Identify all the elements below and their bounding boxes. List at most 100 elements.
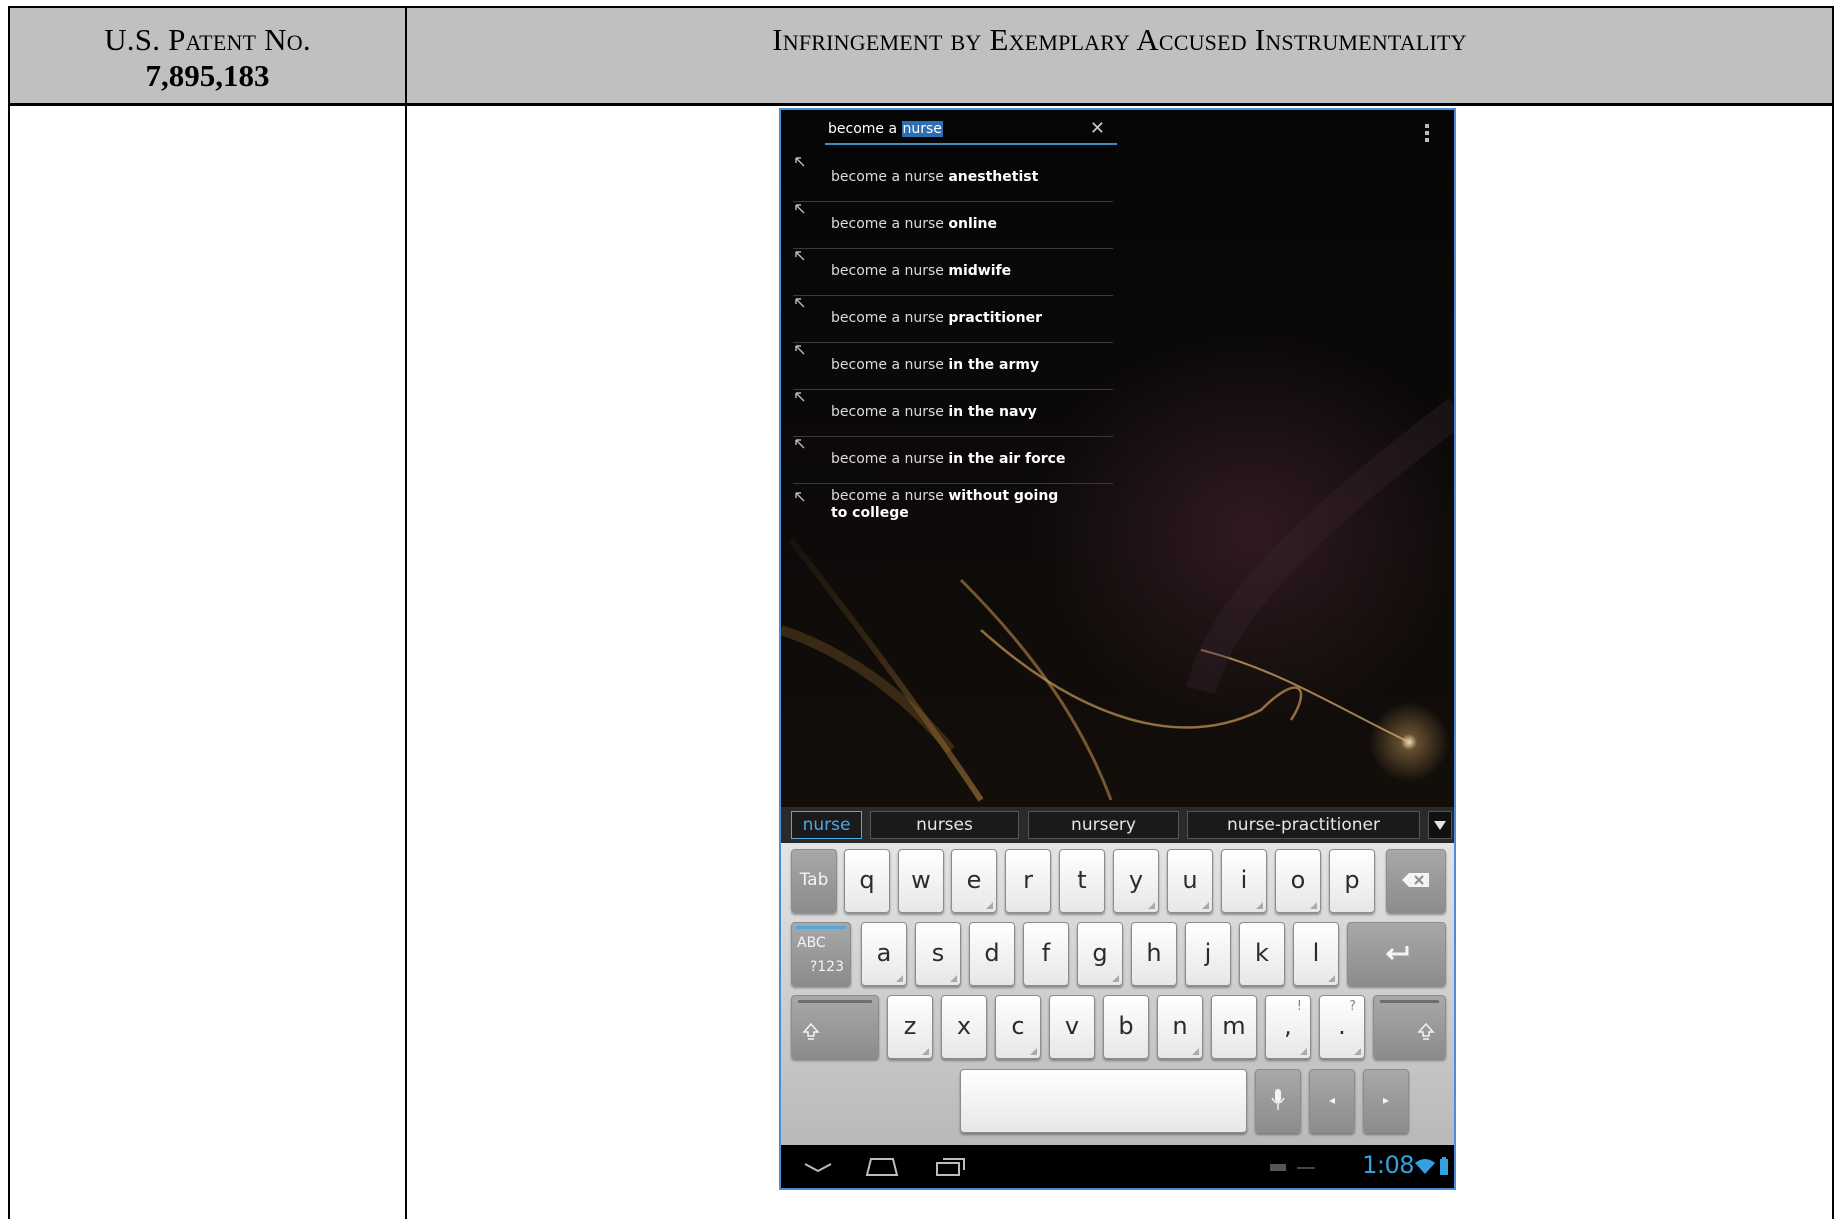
suggestion-text: become a nurse in the army [831,357,1040,373]
key-f[interactable]: f [1023,922,1069,986]
symbols-toggle-key[interactable]: ABC ?123 [791,922,851,986]
cursor-right-key[interactable]: ▸ [1363,1069,1409,1133]
key-k[interactable]: k [1239,922,1285,986]
suggestion-text: become a nurse midwife [831,263,1012,279]
header-patent-label: U.S. Patent No. [104,22,311,57]
suggestion-list: become a nurse anesthetist become a nurs… [793,155,1113,544]
tab-key[interactable]: Tab [791,849,837,913]
key-j[interactable]: j [1185,922,1231,986]
space-bar[interactable] [960,1069,1247,1133]
battery-icon [1440,1157,1448,1175]
shift-key-left[interactable] [791,995,879,1059]
key-u[interactable]: u [1167,849,1213,913]
suggestion-item[interactable]: become a nurse midwife [793,249,1113,296]
shift-icon [802,1022,820,1040]
on-screen-keyboard: nurse nurses nursery nurse-practitioner … [781,807,1454,1145]
key-e[interactable]: e [951,849,997,913]
key-q[interactable]: q [844,849,890,913]
key-s[interactable]: s [915,922,961,986]
candidate-bar: nurse nurses nursery nurse-practitioner [781,807,1454,843]
clear-icon[interactable]: ✕ [1090,118,1105,139]
suggestion-text: become a nurse anesthetist [831,169,1039,185]
recent-apps-icon[interactable] [935,1155,967,1177]
backspace-icon [1402,873,1429,887]
clock: 1:08 [1362,1151,1414,1179]
left-arrow-icon: ◂ [1328,1093,1336,1107]
column-divider [405,8,407,1219]
query-refine-arrow-icon[interactable] [793,296,807,310]
suggestion-text: become a nurse in the navy [831,404,1037,420]
suggestion-item[interactable]: become a nurse in the army [793,343,1113,390]
backspace-key[interactable] [1386,849,1446,913]
key-b[interactable]: b [1103,995,1149,1059]
query-refine-arrow-icon[interactable] [793,249,807,263]
query-refine-arrow-icon[interactable] [793,490,807,504]
shift-key-right[interactable] [1373,995,1446,1059]
suggestion-text: become a nurse online [831,216,998,232]
suggestion-item[interactable]: become a nurse online [793,202,1113,249]
key-h[interactable]: h [1131,922,1177,986]
back-icon[interactable] [803,1161,833,1175]
key-y[interactable]: y [1113,849,1159,913]
key-g[interactable]: g [1077,922,1123,986]
header-cell-infringement: Infringement by Exemplary Accused Instru… [407,8,1832,103]
suggestion-text: become a nurse in the air force [831,451,1066,467]
microphone-key[interactable] [1255,1069,1301,1133]
keyboard-notification-icon [1270,1164,1286,1171]
tablet-screenshot: become a nurse ✕ become a nurse anesthet… [779,108,1456,1190]
suggestion-item[interactable]: become a nurse in the air force [793,437,1113,484]
key-v[interactable]: v [1049,995,1095,1059]
overflow-menu-icon[interactable] [1425,124,1429,145]
key-l[interactable]: l [1293,922,1339,986]
search-selected-text: nurse [901,121,943,137]
microphone-icon [1271,1089,1285,1110]
key-p[interactable]: p [1329,849,1375,913]
table-header-row: U.S. Patent No. 7,895,183 Infringement b… [10,8,1832,106]
key-i[interactable]: i [1221,849,1267,913]
system-navigation-bar: 1:08 [781,1145,1454,1188]
cursor-left-key[interactable]: ◂ [1309,1069,1355,1133]
key-w[interactable]: w [898,849,944,913]
key-n[interactable]: n [1157,995,1203,1059]
wallpaper: become a nurse ✕ become a nurse anesthet… [781,110,1454,807]
suggestion-item[interactable]: become a nurse in the navy [793,390,1113,437]
candidate-word[interactable]: nursery [1028,811,1179,839]
key-o[interactable]: o [1275,849,1321,913]
suggestion-item[interactable]: become a nurse without going to college [793,484,1113,544]
expand-candidates-icon[interactable] [1428,811,1452,839]
key-t[interactable]: t [1059,849,1105,913]
suggestion-text: become a nurse without going to college [831,488,1059,521]
suggestion-text: become a nurse practitioner [831,310,1042,326]
wifi-icon [1415,1159,1435,1174]
query-refine-arrow-icon[interactable] [793,202,807,216]
header-cell-patent: U.S. Patent No. 7,895,183 [10,8,405,103]
candidate-word[interactable]: nurse-practitioner [1187,811,1420,839]
key-m[interactable]: m [1211,995,1257,1059]
home-icon[interactable] [865,1155,899,1177]
header-patent-number: 7,895,183 [145,58,270,93]
search-input[interactable]: become a nurse ✕ [825,116,1117,145]
key-c[interactable]: c [995,995,1041,1059]
key-a[interactable]: a [861,922,907,986]
query-refine-arrow-icon[interactable] [793,343,807,357]
key-comma[interactable]: ,! [1265,995,1311,1059]
key-z[interactable]: z [887,995,933,1059]
suggestion-item[interactable]: become a nurse practitioner [793,296,1113,343]
shift-icon [1417,1022,1435,1040]
key-d[interactable]: d [969,922,1015,986]
query-refine-arrow-icon[interactable] [793,390,807,404]
candidate-word[interactable]: nurses [870,811,1019,839]
notification-dash-icon [1297,1167,1315,1169]
right-arrow-icon: ▸ [1382,1093,1390,1107]
key-period[interactable]: .? [1319,995,1365,1059]
suggestion-item[interactable]: become a nurse anesthetist [793,155,1113,202]
candidate-word[interactable]: nurse [791,811,862,839]
search-text: become a nurse [828,121,943,137]
query-refine-arrow-icon[interactable] [793,155,807,169]
query-refine-arrow-icon[interactable] [793,437,807,451]
header-infringement-label: Infringement by Exemplary Accused Instru… [772,22,1467,57]
enter-key[interactable] [1347,922,1446,986]
enter-icon [1385,946,1408,961]
key-x[interactable]: x [941,995,987,1059]
key-r[interactable]: r [1005,849,1051,913]
